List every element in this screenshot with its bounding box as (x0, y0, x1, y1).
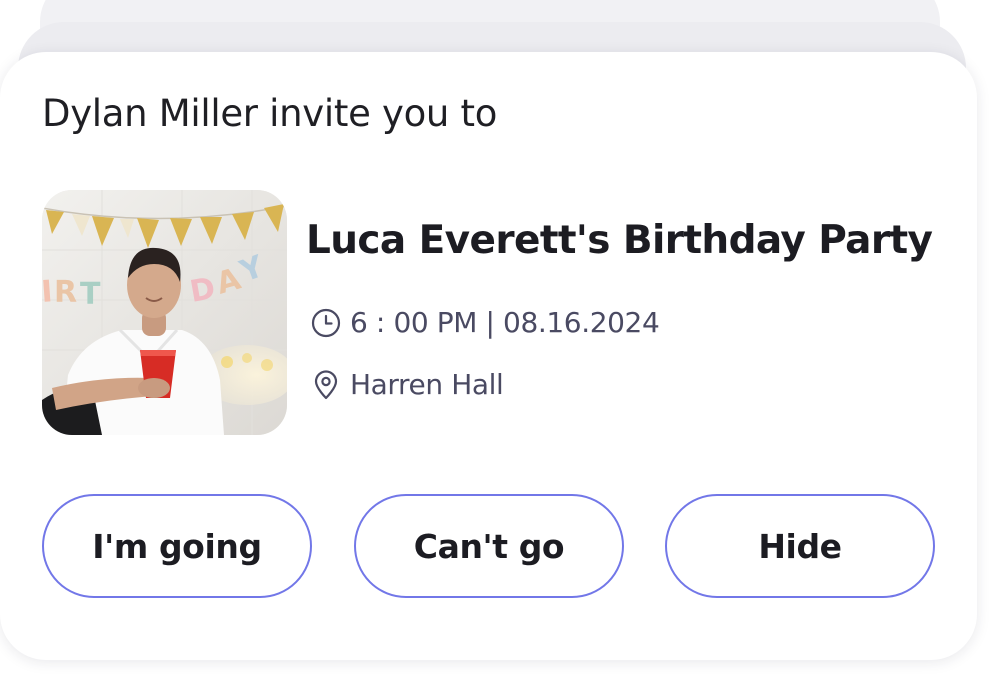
cant-go-button[interactable]: Can't go (354, 494, 624, 598)
event-title: Luca Everett's Birthday Party (306, 218, 933, 263)
im-going-button[interactable]: I'm going (42, 494, 312, 598)
invite-text: Dylan Miller invite you to (42, 92, 498, 135)
event-photo: I R T D A Y (42, 190, 287, 435)
svg-text:R: R (54, 275, 77, 310)
event-datetime: 6 : 00 PM | 08.16.2024 (350, 306, 660, 339)
svg-text:T: T (80, 277, 101, 312)
event-datetime-row: 6 : 00 PM | 08.16.2024 (310, 306, 660, 339)
clock-icon (310, 307, 342, 339)
event-invite-card: Dylan Miller invite you to I R T D A Y L… (0, 52, 977, 660)
map-pin-icon (310, 369, 342, 401)
event-location: Harren Hall (350, 368, 504, 401)
hide-button[interactable]: Hide (665, 494, 935, 598)
event-location-row: Harren Hall (310, 368, 504, 401)
